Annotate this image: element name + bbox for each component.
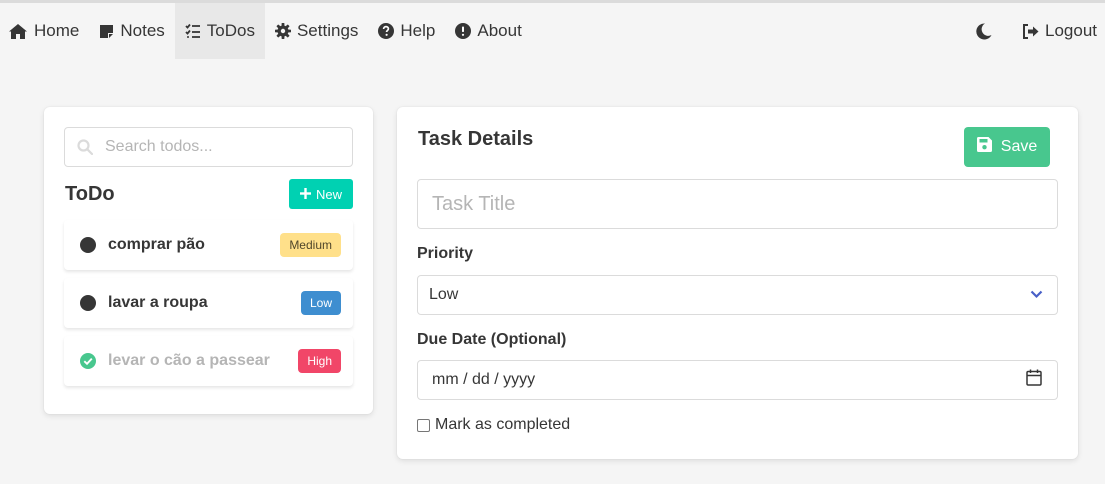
priority-tag: High [298,349,341,373]
gear-icon [274,23,291,39]
nav-about[interactable]: About [445,3,531,59]
priority-selected-value: Low [429,286,459,303]
new-todo-label: New [315,186,342,202]
priority-select[interactable]: Low [417,275,1058,315]
navbar: Home Notes ToDos Settings Help About Log… [0,3,1105,59]
nav-todos[interactable]: ToDos [174,3,265,59]
todo-item[interactable]: comprar pão Medium [64,220,353,270]
sign-out-icon [1022,23,1039,39]
priority-tag: Low [300,291,341,315]
save-icon [976,137,992,157]
nav-about-label: About [477,21,522,40]
todo-item-label: comprar pão [108,236,205,253]
todo-list-panel: ToDo New comprar pão Medium lavar a roup… [44,107,373,414]
tasks-icon [185,23,201,39]
task-details-heading: Task Details [418,128,534,150]
moon-icon [976,22,992,40]
task-details-panel: Task Details Save Priority Low Due Date … [397,107,1078,459]
search-field[interactable] [64,127,353,167]
mark-completed-row[interactable]: Mark as completed [417,416,570,434]
todo-item[interactable]: levar o cão a passear High [64,336,353,386]
nav-help[interactable]: Help [368,3,445,59]
nav-logout[interactable]: Logout [1012,3,1105,59]
theme-toggle[interactable] [966,3,1012,59]
nav-todos-label: ToDos [206,21,255,40]
priority-tag: Medium [280,233,341,257]
incomplete-status-icon [80,237,96,253]
todo-heading: ToDo [65,183,115,205]
search-input[interactable] [105,138,352,156]
nav-notes[interactable]: Notes [89,3,174,59]
mark-completed-label: Mark as completed [435,416,571,433]
nav-home[interactable]: Home [0,3,89,59]
home-icon [8,23,28,40]
save-button[interactable]: Save [964,127,1050,167]
info-circle-icon [455,23,472,39]
nav-help-label: Help [400,21,436,40]
due-date-placeholder: mm / dd / yyyy [432,371,536,388]
save-label: Save [1000,138,1038,155]
nav-settings-label: Settings [296,21,359,40]
todo-item[interactable]: lavar a roupa Low [64,278,353,328]
incomplete-status-icon [80,295,96,311]
plus-icon [299,187,311,202]
nav-home-label: Home [34,21,80,40]
todo-item-label: lavar a roupa [108,294,208,311]
nav-notes-label: Notes [120,21,165,40]
question-circle-icon [378,23,395,39]
due-date-input[interactable]: mm / dd / yyyy [417,360,1058,400]
new-todo-button[interactable]: New [289,179,353,209]
due-date-label: Due Date (Optional) [417,331,567,348]
nav-logout-label: Logout [1045,21,1097,40]
priority-label: Priority [417,245,474,262]
nav-settings[interactable]: Settings [265,3,368,59]
chevron-down-icon [1030,286,1043,304]
mark-completed-checkbox[interactable] [417,418,430,432]
check-circle-icon [80,353,96,369]
sticky-note-icon [99,24,114,39]
calendar-icon[interactable] [1026,369,1042,391]
task-title-input[interactable] [417,179,1058,229]
search-icon [65,139,105,155]
todo-item-label: levar o cão a passear [108,352,270,369]
